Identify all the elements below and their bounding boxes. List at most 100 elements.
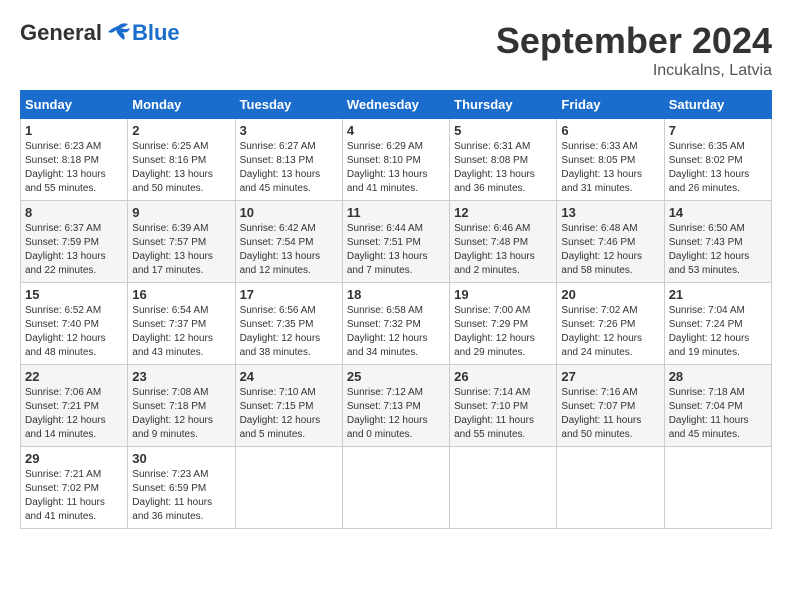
col-wednesday: Wednesday [342,91,449,119]
day-info: Sunrise: 7:23 AM Sunset: 6:59 PM Dayligh… [132,468,230,524]
day-info: Sunrise: 7:18 AM Sunset: 7:04 PM Dayligh… [669,386,767,442]
day-number: 18 [347,287,445,302]
col-thursday: Thursday [450,91,557,119]
day-info: Sunrise: 6:54 AM Sunset: 7:37 PM Dayligh… [132,304,230,360]
calendar-cell: 26 Sunrise: 7:14 AM Sunset: 7:10 PM Dayl… [450,365,557,447]
calendar-week-row: 1 Sunrise: 6:23 AM Sunset: 8:18 PM Dayli… [21,119,772,201]
day-info: Sunrise: 7:21 AM Sunset: 7:02 PM Dayligh… [25,468,123,524]
day-number: 17 [240,287,338,302]
page-header: General Blue September 2024 Incukalns, L… [20,20,772,80]
day-number: 14 [669,205,767,220]
day-info: Sunrise: 7:02 AM Sunset: 7:26 PM Dayligh… [561,304,659,360]
calendar-cell: 29 Sunrise: 7:21 AM Sunset: 7:02 PM Dayl… [21,447,128,529]
day-info: Sunrise: 6:58 AM Sunset: 7:32 PM Dayligh… [347,304,445,360]
calendar-week-row: 22 Sunrise: 7:06 AM Sunset: 7:21 PM Dayl… [21,365,772,447]
day-info: Sunrise: 7:08 AM Sunset: 7:18 PM Dayligh… [132,386,230,442]
logo-bird-icon [104,22,132,44]
day-info: Sunrise: 6:39 AM Sunset: 7:57 PM Dayligh… [132,222,230,278]
calendar-cell [450,447,557,529]
day-info: Sunrise: 6:35 AM Sunset: 8:02 PM Dayligh… [669,140,767,196]
day-number: 12 [454,205,552,220]
logo-text: General Blue [20,20,180,46]
calendar-cell: 18 Sunrise: 6:58 AM Sunset: 7:32 PM Dayl… [342,283,449,365]
calendar-cell: 9 Sunrise: 6:39 AM Sunset: 7:57 PM Dayli… [128,201,235,283]
calendar-cell: 8 Sunrise: 6:37 AM Sunset: 7:59 PM Dayli… [21,201,128,283]
calendar-table: Sunday Monday Tuesday Wednesday Thursday… [20,90,772,529]
day-info: Sunrise: 7:04 AM Sunset: 7:24 PM Dayligh… [669,304,767,360]
day-number: 21 [669,287,767,302]
calendar-cell: 2 Sunrise: 6:25 AM Sunset: 8:16 PM Dayli… [128,119,235,201]
day-number: 28 [669,369,767,384]
day-number: 2 [132,123,230,138]
col-monday: Monday [128,91,235,119]
day-number: 6 [561,123,659,138]
day-number: 4 [347,123,445,138]
day-info: Sunrise: 6:29 AM Sunset: 8:10 PM Dayligh… [347,140,445,196]
calendar-cell: 17 Sunrise: 6:56 AM Sunset: 7:35 PM Dayl… [235,283,342,365]
calendar-cell: 6 Sunrise: 6:33 AM Sunset: 8:05 PM Dayli… [557,119,664,201]
calendar-cell [664,447,771,529]
calendar-cell: 3 Sunrise: 6:27 AM Sunset: 8:13 PM Dayli… [235,119,342,201]
calendar-cell: 30 Sunrise: 7:23 AM Sunset: 6:59 PM Dayl… [128,447,235,529]
day-number: 23 [132,369,230,384]
day-number: 20 [561,287,659,302]
day-number: 25 [347,369,445,384]
calendar-cell: 12 Sunrise: 6:46 AM Sunset: 7:48 PM Dayl… [450,201,557,283]
day-number: 5 [454,123,552,138]
day-info: Sunrise: 6:37 AM Sunset: 7:59 PM Dayligh… [25,222,123,278]
calendar-cell: 5 Sunrise: 6:31 AM Sunset: 8:08 PM Dayli… [450,119,557,201]
day-number: 9 [132,205,230,220]
day-info: Sunrise: 6:31 AM Sunset: 8:08 PM Dayligh… [454,140,552,196]
day-info: Sunrise: 6:25 AM Sunset: 8:16 PM Dayligh… [132,140,230,196]
calendar-cell: 13 Sunrise: 6:48 AM Sunset: 7:46 PM Dayl… [557,201,664,283]
month-title: September 2024 [496,20,772,62]
day-info: Sunrise: 7:06 AM Sunset: 7:21 PM Dayligh… [25,386,123,442]
calendar-cell: 14 Sunrise: 6:50 AM Sunset: 7:43 PM Dayl… [664,201,771,283]
day-number: 15 [25,287,123,302]
day-number: 16 [132,287,230,302]
day-number: 7 [669,123,767,138]
calendar-cell: 16 Sunrise: 6:54 AM Sunset: 7:37 PM Dayl… [128,283,235,365]
calendar-cell: 7 Sunrise: 6:35 AM Sunset: 8:02 PM Dayli… [664,119,771,201]
calendar-cell: 21 Sunrise: 7:04 AM Sunset: 7:24 PM Dayl… [664,283,771,365]
day-info: Sunrise: 7:12 AM Sunset: 7:13 PM Dayligh… [347,386,445,442]
calendar-cell: 1 Sunrise: 6:23 AM Sunset: 8:18 PM Dayli… [21,119,128,201]
day-number: 22 [25,369,123,384]
calendar-cell [342,447,449,529]
day-number: 13 [561,205,659,220]
day-number: 10 [240,205,338,220]
day-info: Sunrise: 7:16 AM Sunset: 7:07 PM Dayligh… [561,386,659,442]
day-number: 8 [25,205,123,220]
day-number: 27 [561,369,659,384]
day-number: 29 [25,451,123,466]
day-number: 30 [132,451,230,466]
calendar-cell: 27 Sunrise: 7:16 AM Sunset: 7:07 PM Dayl… [557,365,664,447]
col-tuesday: Tuesday [235,91,342,119]
day-number: 1 [25,123,123,138]
day-info: Sunrise: 6:33 AM Sunset: 8:05 PM Dayligh… [561,140,659,196]
calendar-cell: 22 Sunrise: 7:06 AM Sunset: 7:21 PM Dayl… [21,365,128,447]
calendar-week-row: 15 Sunrise: 6:52 AM Sunset: 7:40 PM Dayl… [21,283,772,365]
logo-blue: Blue [132,20,180,46]
day-info: Sunrise: 6:50 AM Sunset: 7:43 PM Dayligh… [669,222,767,278]
calendar-cell: 24 Sunrise: 7:10 AM Sunset: 7:15 PM Dayl… [235,365,342,447]
calendar-cell: 23 Sunrise: 7:08 AM Sunset: 7:18 PM Dayl… [128,365,235,447]
day-number: 11 [347,205,445,220]
calendar-cell [235,447,342,529]
calendar-cell: 4 Sunrise: 6:29 AM Sunset: 8:10 PM Dayli… [342,119,449,201]
col-friday: Friday [557,91,664,119]
day-info: Sunrise: 6:48 AM Sunset: 7:46 PM Dayligh… [561,222,659,278]
calendar-week-row: 29 Sunrise: 7:21 AM Sunset: 7:02 PM Dayl… [21,447,772,529]
day-info: Sunrise: 7:00 AM Sunset: 7:29 PM Dayligh… [454,304,552,360]
day-number: 19 [454,287,552,302]
calendar-cell: 20 Sunrise: 7:02 AM Sunset: 7:26 PM Dayl… [557,283,664,365]
calendar-cell: 25 Sunrise: 7:12 AM Sunset: 7:13 PM Dayl… [342,365,449,447]
calendar-cell: 10 Sunrise: 6:42 AM Sunset: 7:54 PM Dayl… [235,201,342,283]
day-info: Sunrise: 6:27 AM Sunset: 8:13 PM Dayligh… [240,140,338,196]
day-info: Sunrise: 6:46 AM Sunset: 7:48 PM Dayligh… [454,222,552,278]
day-info: Sunrise: 6:44 AM Sunset: 7:51 PM Dayligh… [347,222,445,278]
calendar-cell: 11 Sunrise: 6:44 AM Sunset: 7:51 PM Dayl… [342,201,449,283]
day-number: 24 [240,369,338,384]
calendar-cell [557,447,664,529]
day-info: Sunrise: 7:14 AM Sunset: 7:10 PM Dayligh… [454,386,552,442]
